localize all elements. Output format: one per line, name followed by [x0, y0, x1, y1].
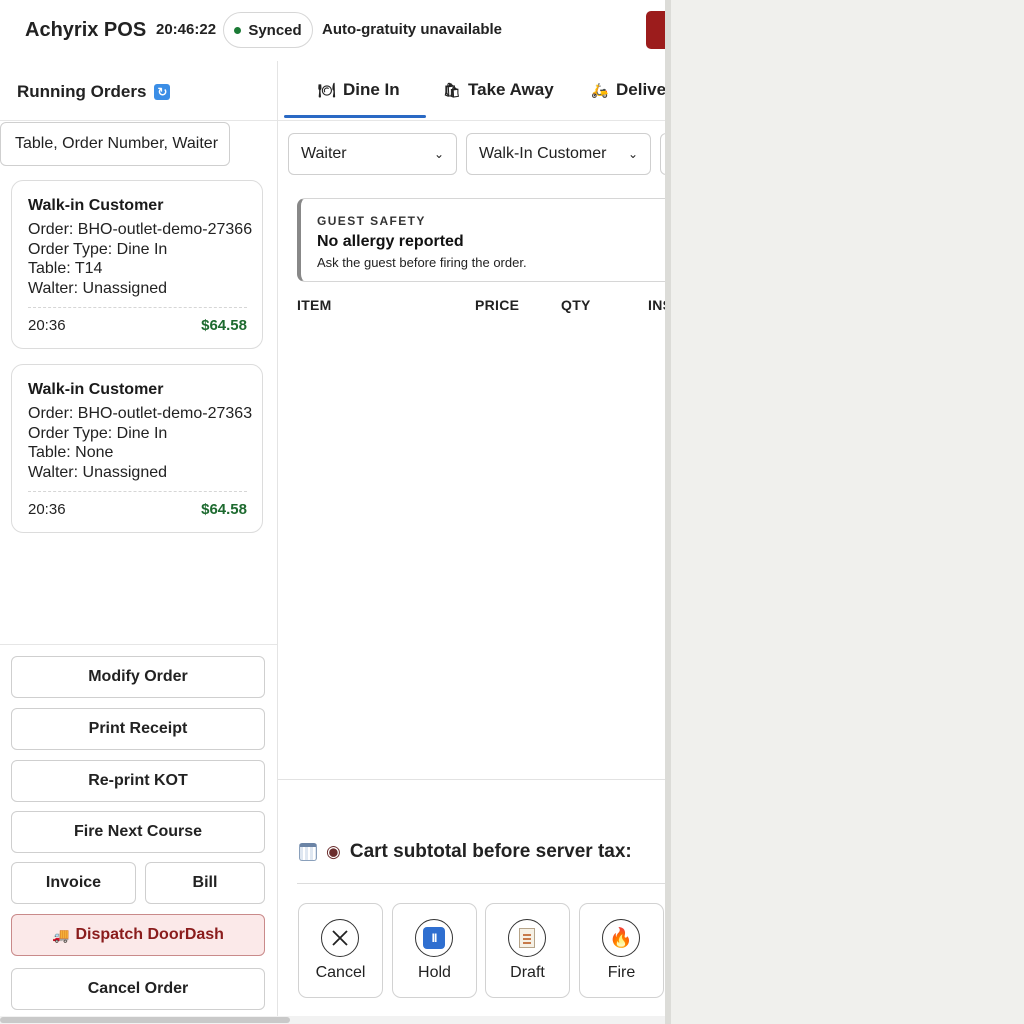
order-waiter: Walter: Unassigned	[28, 464, 168, 481]
modify-order-button[interactable]: Modify Order	[11, 656, 265, 698]
running-orders-header: Running Orders ↻	[17, 82, 171, 102]
actions-divider	[0, 644, 277, 645]
order-waiter: Walter: Unassigned	[28, 280, 168, 297]
top-header: Achyrix POS 20:46:22 Synced Auto-gratuit…	[0, 0, 665, 62]
tab-dine-in-label: Dine In	[343, 80, 400, 99]
running-orders-sidebar: Running Orders ↻ Walk-in Customer Order:…	[0, 61, 278, 1024]
cancel-tile-button[interactable]: Cancel	[298, 903, 383, 998]
order-time: 20:36	[28, 501, 66, 518]
sync-status-dot-icon	[234, 26, 242, 34]
order-card-divider	[28, 307, 247, 308]
bill-button[interactable]: Bill	[145, 862, 265, 904]
waiter-select[interactable]: Waiter ⌄	[288, 133, 457, 175]
order-customer-name: Walk-in Customer	[28, 197, 164, 214]
reprint-kot-button[interactable]: Re-print KOT	[11, 760, 265, 802]
active-tab-indicator	[284, 115, 426, 118]
calendar-icon[interactable]	[299, 843, 317, 861]
tab-dine-in[interactable]: 🍽 Dine In	[318, 79, 400, 101]
hold-tile-button[interactable]: II Hold	[392, 903, 477, 998]
dispatch-doordash-label: Dispatch DoorDash	[75, 926, 224, 943]
sidebar-divider	[0, 120, 277, 121]
gratuity-notice: Auto-gratuity unavailable	[322, 21, 503, 38]
waiter-select-value: Waiter	[301, 145, 347, 162]
running-orders-title: Running Orders	[17, 82, 147, 101]
order-total: $64.58	[201, 317, 247, 334]
print-receipt-button[interactable]: Print Receipt	[11, 708, 265, 750]
tabs-divider	[278, 120, 665, 121]
order-table: Table: T14	[28, 260, 103, 277]
customer-select[interactable]: Walk-In Customer ⌄	[466, 133, 651, 175]
tab-delivery[interactable]: 🛵 Delivery	[591, 79, 665, 101]
tab-take-away-label: Take Away	[468, 80, 554, 99]
column-header-price: PRICE	[475, 297, 520, 313]
guest-safety-subtitle: Ask the guest before firing the order.	[317, 255, 527, 270]
order-number: Order: BHO-outlet-demo-27363	[28, 405, 253, 422]
order-type: Order Type: Dine In	[28, 241, 168, 258]
fire-next-course-button[interactable]: Fire Next Course	[11, 811, 265, 853]
fire-tile-button[interactable]: 🔥 Fire	[579, 903, 664, 998]
scooter-icon: 🛵	[591, 81, 609, 98]
order-card[interactable]: Walk-in Customer Order: BHO-outlet-demo-…	[11, 364, 263, 533]
eye-icon[interactable]: ◉	[326, 842, 341, 862]
plate-icon: 🍽	[318, 81, 336, 98]
tab-take-away[interactable]: 🛍 Take Away	[443, 79, 554, 101]
draft-tile-button[interactable]: Draft	[485, 903, 570, 998]
delivery-truck-icon: 🚚	[52, 926, 70, 943]
chevron-down-icon: ⌄	[627, 147, 638, 161]
horizontal-scrollbar-thumb[interactable]	[0, 1017, 290, 1023]
guest-safety-kicker: GUEST SAFETY	[317, 214, 426, 228]
cancel-order-button[interactable]: Cancel Order	[11, 968, 265, 1010]
close-icon	[321, 919, 359, 957]
draft-document-icon	[508, 919, 546, 957]
fire-tile-label: Fire	[607, 964, 636, 981]
sync-status-label: Synced	[248, 21, 302, 39]
order-total: $64.58	[201, 501, 247, 518]
order-type: Order Type: Dine In	[28, 425, 168, 442]
sync-status-badge: Synced	[223, 12, 313, 48]
pos-window: Achyrix POS 20:46:22 Synced Auto-gratuit…	[0, 0, 665, 1024]
hold-tile-label: Hold	[418, 964, 451, 981]
pause-icon: II	[415, 919, 453, 957]
column-header-instructions: INSTRUCTIONS	[648, 297, 665, 313]
header-clock: 20:46:22	[156, 21, 217, 38]
tab-delivery-label: Delivery	[616, 80, 665, 99]
order-search-input[interactable]	[0, 122, 230, 166]
order-number: Order: BHO-outlet-demo-27366	[28, 221, 253, 238]
draft-tile-label: Draft	[510, 964, 545, 981]
brand-name: Achyrix POS	[25, 19, 147, 41]
refresh-icon[interactable]: ↻	[154, 84, 171, 100]
order-customer-name: Walk-in Customer	[28, 381, 164, 398]
order-table: Table: None	[28, 444, 114, 461]
guest-safety-title: No allergy reported	[317, 233, 464, 250]
horizontal-scrollbar[interactable]	[0, 1016, 665, 1024]
invoice-button[interactable]: Invoice	[11, 862, 136, 904]
column-header-qty: QTY	[561, 297, 591, 313]
order-card-divider	[28, 491, 247, 492]
column-header-item: ITEM	[297, 297, 332, 313]
order-card[interactable]: Walk-in Customer Order: BHO-outlet-demo-…	[11, 180, 263, 349]
dispatch-doordash-button[interactable]: 🚚 Dispatch DoorDash	[11, 914, 265, 956]
bag-icon: 🛍	[443, 81, 461, 98]
blank-side-pane	[671, 0, 1024, 1024]
cart-divider	[278, 779, 665, 780]
guest-safety-card: GUEST SAFETY No allergy reported Ask the…	[297, 198, 665, 282]
cart-subtotal-row: ◉ Cart subtotal before server tax:	[299, 841, 632, 863]
subtotal-divider	[297, 883, 665, 884]
customer-select-value: Walk-In Customer	[479, 145, 607, 162]
fire-icon: 🔥	[602, 919, 640, 957]
order-main-panel: 🍽 Dine In 🛍 Take Away 🛵 Delivery Waiter …	[278, 61, 665, 1024]
header-action-button[interactable]	[646, 11, 665, 49]
cancel-tile-label: Cancel	[315, 964, 366, 981]
chevron-down-icon: ⌄	[433, 147, 444, 161]
order-time: 20:36	[28, 317, 66, 334]
cart-subtotal-label: Cart subtotal before server tax:	[349, 841, 632, 862]
